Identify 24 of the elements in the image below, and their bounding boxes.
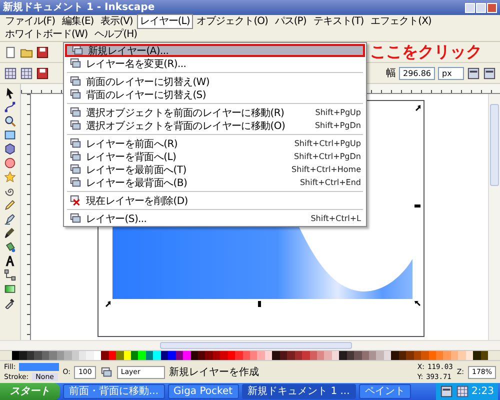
option-label: 選択オブジェクトを前面のレイヤーに移動(R): [86, 106, 284, 120]
callout-text: ここをクリック: [370, 43, 482, 61]
option-label: レイヤーを背面へ(L): [86, 150, 176, 164]
width-label: 幅: [386, 67, 396, 80]
shortcut-text: Shift+Ctrl+Home: [292, 165, 361, 174]
option-label: レイヤー(S)...: [86, 212, 147, 226]
option-label: 新規レイヤー(A)...: [88, 44, 169, 58]
option-label: 選択オブジェクトを背面のレイヤーに移動(O): [86, 120, 286, 132]
option-label: レイヤー名を変更(R)...: [86, 58, 186, 70]
option-label: 前面のレイヤーに切替え(W): [86, 76, 210, 88]
clock-text: 2:23: [472, 386, 494, 397]
option-label: レイヤーを最背面へ(B): [86, 176, 188, 190]
option-label: 背面のレイヤーに切替え(S): [86, 88, 206, 102]
shortcut-text: Shift+PgUp: [315, 108, 361, 117]
shortcut-text: Shift+Ctrl+PgUp: [294, 139, 361, 148]
shortcut-text: Shift+Ctrl+PgDn: [294, 152, 361, 161]
status-message: 新規レイヤーを作成: [168, 366, 260, 379]
shortcut-text: Shift+Ctrl+End: [300, 178, 361, 187]
shortcut-text: Shift+PgDn: [314, 121, 361, 130]
option-label: レイヤーを最前面へ(T): [86, 164, 186, 176]
option-label: 現在レイヤーを削除(D): [86, 194, 188, 208]
option-label: レイヤーを前面へ(R): [86, 138, 178, 150]
window-title: 新規ドキュメント 1 - Inkscape: [3, 2, 155, 14]
shortcut-text: Shift+Ctrl+L: [310, 214, 361, 223]
